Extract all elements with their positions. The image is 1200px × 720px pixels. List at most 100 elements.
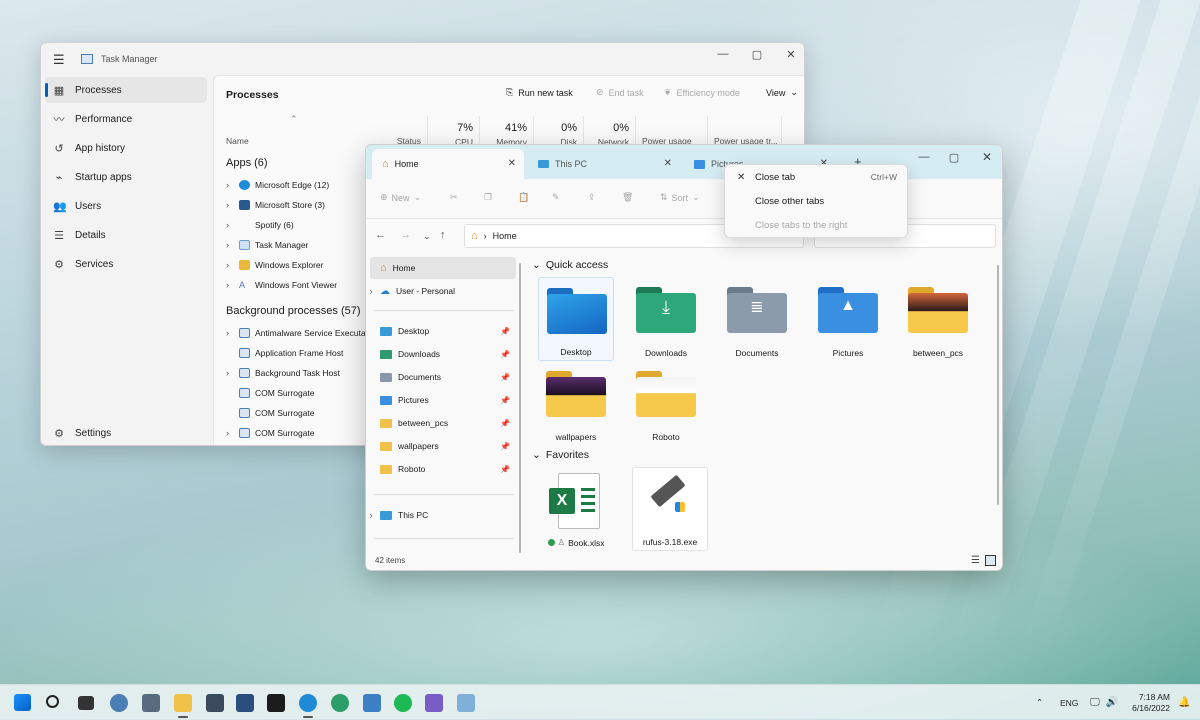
search-icon[interactable] [46,695,59,708]
tile-downloads[interactable]: ⤓ Downloads [628,277,704,361]
chevron-right-icon[interactable]: › [366,286,376,296]
language-indicator[interactable]: ENG [1060,685,1078,720]
pin-icon[interactable]: 📌 [500,465,510,474]
close-icon[interactable]: ✕ [977,150,997,164]
pin-icon[interactable]: 📌 [500,350,510,359]
task-view-icon[interactable] [78,696,94,710]
run-new-task-button[interactable]: ⎘ Run new task [506,87,573,98]
table-row[interactable]: COM Surrogate [226,385,315,401]
chevron-right-icon[interactable]: › [226,220,234,230]
table-row[interactable]: › A Windows Font Viewer [226,277,337,293]
share-icon[interactable]: ⇪ [588,192,596,203]
tab-home[interactable]: ⌂ Home ✕ [372,149,524,179]
table-row[interactable]: › Microsoft Store (3) [226,197,325,213]
tile-rufus-exe[interactable]: rufus-3.18.exe [632,467,708,551]
pin-icon[interactable]: 📌 [500,419,510,428]
chevron-right-icon[interactable]: › [226,260,234,270]
table-row[interactable]: › Antimalware Service Executab [226,325,370,341]
calculator-icon[interactable] [206,694,224,712]
menu-item-close-tabs-right[interactable]: Close tabs to the right [725,213,907,237]
chevron-right-icon[interactable]: › [226,368,234,378]
tile-book-xlsx[interactable]: X ♙ Book.xlsx [538,467,614,551]
start-icon[interactable] [14,694,31,711]
rename-icon[interactable]: ✎ [552,192,560,203]
settings-app-icon[interactable] [110,694,128,712]
pin-icon[interactable]: 📌 [500,373,510,382]
notification-icon[interactable]: 🔔 [1178,685,1190,720]
table-row[interactable]: › Background Task Host [226,365,340,381]
copy-icon[interactable]: ❐ [484,192,492,203]
close-icon[interactable]: ✕ [781,48,801,61]
notepad-icon[interactable] [363,694,381,712]
pin-icon[interactable]: 📌 [500,327,510,336]
quick-access-header[interactable]: ⌄ Quick access [532,259,608,271]
forward-arrow-icon[interactable]: → [400,229,411,241]
tray-overflow-icon[interactable]: ⌃ [1036,685,1043,720]
sidebar-item-startup-apps[interactable]: ⌁ Startup apps [45,164,207,190]
sidebar-item-users[interactable]: 👥 Users [45,193,207,219]
table-row[interactable]: › Microsoft Edge (12) [226,177,329,193]
sidebar-item-onedrive[interactable]: › ☁ User - Personal [370,280,516,302]
tile-pictures[interactable]: ▲ Pictures [810,277,886,361]
sidebar-item-home[interactable]: ⌂ Home [370,257,516,279]
table-row[interactable]: › Spotify (6) [226,217,294,233]
close-tab-icon[interactable]: ✕ [664,158,672,169]
terminal-icon[interactable] [267,694,285,712]
spotify-icon[interactable] [394,694,412,712]
cut-icon[interactable]: ✂ [450,192,458,203]
menu-item-close-tab[interactable]: ✕ Close tab Ctrl+W [725,165,907,189]
close-tab-icon[interactable]: ✕ [508,158,516,169]
edge-canary-icon[interactable] [331,694,349,712]
maximize-icon[interactable]: ▢ [944,151,964,164]
table-row[interactable]: › Task Manager [226,237,308,253]
file-explorer-icon[interactable] [174,694,192,712]
chevron-right-icon[interactable]: › [226,200,234,210]
sidebar-item-roboto[interactable]: Roboto 📌 [370,458,516,480]
details-view-icon[interactable]: ☰ [971,552,980,570]
tile-desktop[interactable]: Desktop [538,277,614,361]
tab-this-pc[interactable]: This PC ✕ [528,149,680,179]
chevron-right-icon[interactable]: › [226,280,234,290]
sidebar-item-documents[interactable]: Documents 📌 [370,366,516,388]
sidebar-item-downloads[interactable]: Downloads 📌 [370,343,516,365]
minimize-icon[interactable]: — [713,48,733,60]
table-row[interactable]: › Windows Explorer [226,257,324,273]
view-dropdown[interactable]: View ⌄ [766,87,798,98]
chevron-right-icon[interactable]: › [366,510,376,520]
end-task-button[interactable]: ⊘ End task [596,87,644,98]
hamburger-menu-icon[interactable]: ☰ [53,52,65,68]
photos-icon[interactable] [457,694,475,712]
up-arrow-icon[interactable]: ↑ [440,229,446,241]
menu-item-close-other-tabs[interactable]: Close other tabs [725,189,907,213]
tile-between-pcs[interactable]: between_pcs [900,277,976,361]
tile-roboto[interactable]: Roboto [628,361,704,445]
recent-chevron-icon[interactable]: ⌄ [423,231,431,242]
chevron-right-icon[interactable]: › [226,180,234,190]
favorites-header[interactable]: ⌄ Favorites [532,449,589,461]
content-scrollbar[interactable] [997,265,999,505]
delete-icon[interactable]: 🗑 [622,192,633,203]
sort-button[interactable]: ⇅ Sort ⌄ [660,192,700,203]
chevron-right-icon[interactable]: › [226,240,234,250]
sidebar-item-details[interactable]: ☰ Details [45,222,207,248]
paste-icon[interactable]: 📋 [518,192,529,203]
sidebar-item-settings[interactable]: ⚙ Settings [45,420,207,445]
store-icon[interactable] [236,694,254,712]
chevron-right-icon[interactable]: › [226,328,234,338]
pin-icon[interactable]: 📌 [500,442,510,451]
efficiency-mode-button[interactable]: ❦ Efficiency mode [664,87,740,98]
sidebar-item-pictures[interactable]: Pictures 📌 [370,389,516,411]
maximize-icon[interactable]: ▢ [747,48,767,61]
tile-documents[interactable]: ≣ Documents [719,277,795,361]
sidebar-item-desktop[interactable]: Desktop 📌 [370,320,516,342]
minimize-icon[interactable]: — [914,151,934,163]
sidebar-item-performance[interactable]: 〰 Performance [45,106,207,132]
camera-app-icon[interactable] [142,694,160,712]
sidebar-item-wallpapers[interactable]: wallpapers 📌 [370,435,516,457]
sidebar-item-processes[interactable]: ▦ Processes [45,77,207,103]
system-tray[interactable]: 🖵 🔊 [1090,685,1118,720]
table-row[interactable]: › COM Surrogate [226,425,315,441]
tile-wallpapers[interactable]: wallpapers [538,361,614,445]
sidebar-item-this-pc[interactable]: › This PC [370,504,516,526]
font-viewer-icon[interactable] [425,694,443,712]
